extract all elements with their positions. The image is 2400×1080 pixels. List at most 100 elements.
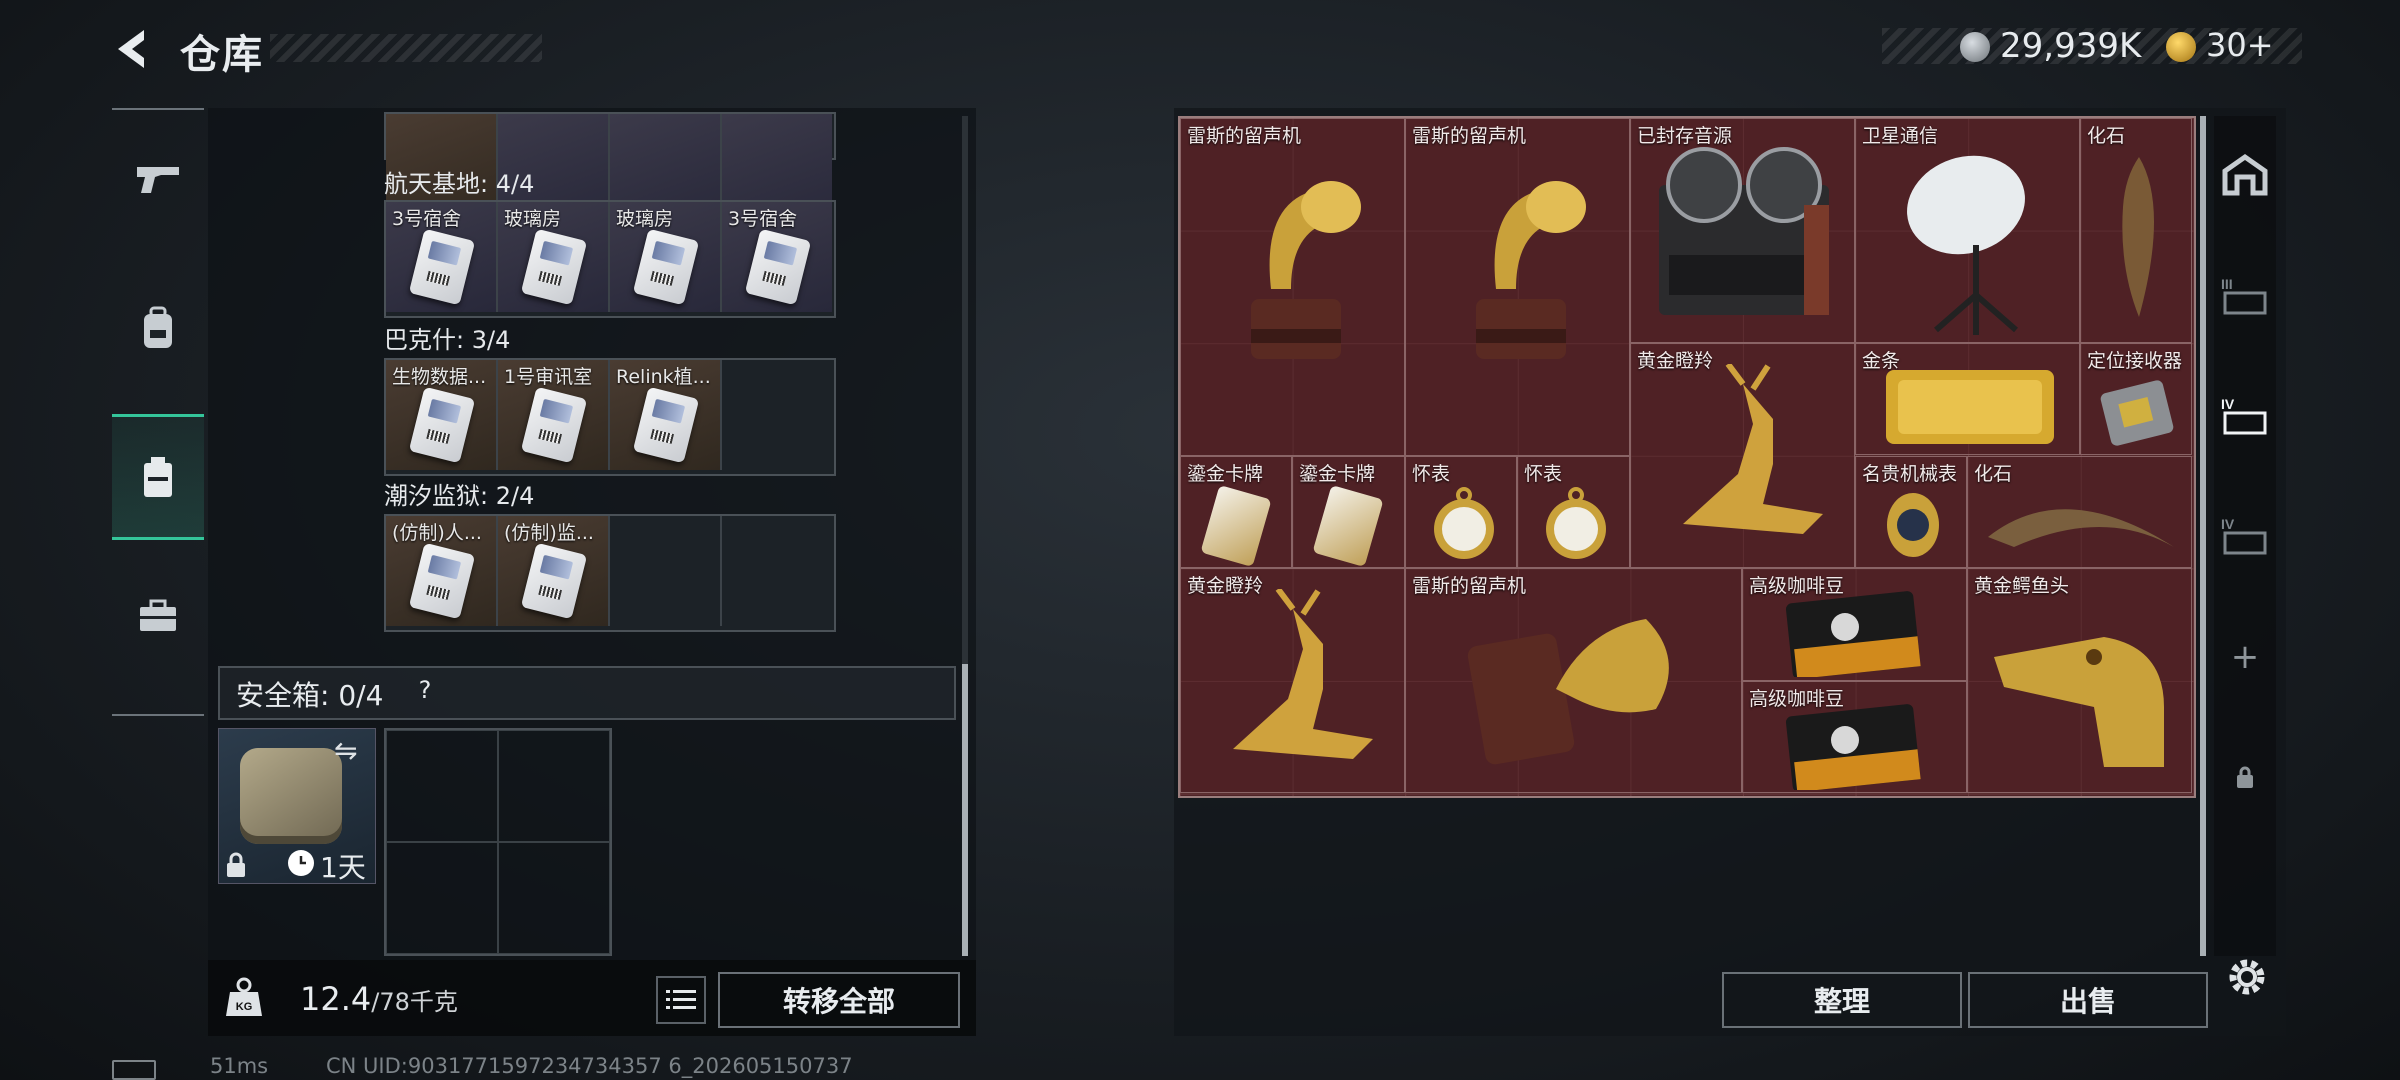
item-label: 黄金鳄鱼头: [1974, 575, 2070, 597]
svg-text:IV: IV: [2221, 516, 2235, 532]
item-label: (仿制)监...: [504, 522, 594, 544]
safe-box-grid: [384, 728, 612, 956]
rail-tab-containers[interactable]: [112, 414, 204, 540]
rail-tab-equipment[interactable]: [112, 268, 204, 388]
rail-tab-supplies[interactable]: [112, 556, 204, 676]
keycard-icon: [408, 386, 476, 464]
sort-button[interactable]: 整理: [1722, 972, 1962, 1028]
page-title: 仓库: [180, 32, 264, 78]
gramophone-icon: [1476, 181, 1586, 359]
storage-item[interactable]: 雷斯的留声机: [1405, 568, 1742, 793]
storage-item[interactable]: 定位接收器: [2080, 343, 2192, 455]
keycard-item[interactable]: Relink植...: [610, 360, 722, 470]
pocket-watch-icon: [1434, 487, 1494, 559]
back-arrow-icon: [118, 30, 144, 68]
title-decoration: [270, 34, 542, 62]
add-warehouse-button[interactable]: +: [2214, 612, 2276, 702]
pocket-watch-icon: [1546, 487, 1606, 559]
keycard-item[interactable]: 3号宿舍: [386, 202, 498, 312]
storage-item[interactable]: 金条: [1855, 343, 2080, 455]
svg-text:IV: IV: [2221, 396, 2235, 412]
keycard-icon: [520, 228, 588, 306]
item-label: 1号审讯室: [504, 366, 593, 388]
warehouse-level-3-icon: III: [2221, 276, 2267, 315]
keycard-grid: 3号宿舍 玻璃房 玻璃房 3号宿舍: [384, 200, 836, 318]
storage-item[interactable]: 黄金瞪羚: [1180, 568, 1405, 793]
keycard-item[interactable]: 3号宿舍: [722, 202, 832, 312]
settings-button[interactable]: [2222, 952, 2272, 1002]
warehouse-tab-home[interactable]: [2214, 130, 2276, 220]
rail-tab-weapons[interactable]: [112, 118, 204, 238]
user-id: CN UID:9031771597234734357 6_20260515073…: [326, 1054, 853, 1078]
warehouse-tab-4b[interactable]: IV: [2214, 490, 2276, 580]
gold-crocodile-head-icon: [1994, 637, 2164, 767]
swap-icon[interactable]: ⇋: [334, 734, 357, 767]
storage-item[interactable]: 怀表: [1405, 456, 1517, 568]
storage-item[interactable]: 名贵机械表: [1855, 456, 1967, 568]
storage-item[interactable]: 鎏金卡牌: [1292, 456, 1405, 568]
keycard-icon: [744, 228, 812, 306]
keycard-item[interactable]: 生物数据...: [386, 360, 498, 470]
empty-slot[interactable]: [386, 730, 498, 842]
storage-item[interactable]: 黄金鳄鱼头: [1967, 568, 2192, 793]
weight-current: 12.4: [300, 980, 372, 1018]
sell-button[interactable]: 出售: [1968, 972, 2208, 1028]
keycard-item[interactable]: (仿制)人...: [386, 516, 498, 626]
silver-coin-icon: [1960, 32, 1990, 62]
keycard-icon: [520, 386, 588, 464]
gramophone-icon: [1251, 181, 1361, 359]
storage-item[interactable]: 雷斯的留声机: [1180, 118, 1405, 456]
storage-item[interactable]: 卫星通信: [1855, 118, 2080, 343]
keycard-icon: [632, 228, 700, 306]
safe-box-label: 安全箱: 0/4: [236, 679, 384, 712]
backpack-icon: [144, 306, 172, 348]
empty-slot[interactable]: [722, 360, 832, 470]
keycard-item[interactable]: 玻璃房: [610, 202, 722, 312]
gilded-card-icon: [1312, 484, 1384, 567]
help-button[interactable]: ?: [408, 676, 442, 710]
transfer-all-button[interactable]: 转移全部: [718, 972, 960, 1028]
warehouse-tab-4a[interactable]: IV: [2214, 370, 2276, 460]
storage-item[interactable]: 化石: [1967, 456, 2192, 568]
storage-item[interactable]: 已封存音源: [1630, 118, 1855, 343]
fossil-claw-icon: [2122, 157, 2154, 317]
empty-slot[interactable]: [498, 730, 610, 842]
storage-item[interactable]: 高级咖啡豆: [1742, 681, 1967, 793]
item-label: 生物数据...: [392, 366, 487, 388]
weight-max: /78千克: [371, 988, 458, 1016]
storage-grid: 雷斯的留声机 雷斯的留声机 已封存音源 卫星通信 化石 黄金瞪羚 金条 定位接收…: [1178, 116, 2196, 798]
empty-slot[interactable]: [498, 842, 610, 954]
item-label: 怀表: [1412, 463, 1451, 485]
storage-item[interactable]: 雷斯的留声机: [1405, 118, 1630, 456]
keycard-grid: 生物数据... 1号审讯室 Relink植...: [384, 358, 836, 476]
warehouse-tab-3[interactable]: III: [2214, 250, 2276, 340]
keycard-item[interactable]: (仿制)监...: [498, 516, 610, 626]
gold-balance[interactable]: 30+: [2206, 26, 2274, 64]
list-view-button[interactable]: [656, 976, 706, 1024]
keycard-item[interactable]: 玻璃房: [498, 202, 610, 312]
back-button[interactable]: [110, 24, 154, 74]
empty-slot[interactable]: [386, 842, 498, 954]
right-scrollbar[interactable]: [2200, 116, 2206, 956]
lock-icon: [224, 852, 248, 882]
battery-icon: [112, 1060, 156, 1080]
clock-icon: [288, 850, 314, 876]
empty-slot[interactable]: [610, 516, 722, 626]
storage-item[interactable]: 化石: [2080, 118, 2192, 343]
empty-slot[interactable]: [722, 516, 832, 626]
gold-bar-icon: [1886, 370, 2054, 444]
svg-text:III: III: [2221, 276, 2233, 292]
item-label: 玻璃房: [504, 208, 562, 230]
partial-card-grid: [384, 112, 836, 224]
keycard-grid: (仿制)人... (仿制)监...: [384, 514, 836, 632]
storage-item[interactable]: 高级咖啡豆: [1742, 568, 1967, 681]
section-title: 潮汐监狱: 2/4: [384, 482, 535, 510]
case-icon: [144, 457, 172, 497]
storage-item[interactable]: 黄金瞪羚: [1630, 343, 1855, 568]
storage-item[interactable]: 鎏金卡牌: [1180, 456, 1292, 568]
keycard-item[interactable]: 1号审讯室: [498, 360, 610, 470]
left-scrollbar-thumb[interactable]: [962, 664, 968, 956]
storage-item[interactable]: 怀表: [1517, 456, 1630, 568]
keycard-icon: [520, 542, 588, 620]
locked-tab[interactable]: [2214, 732, 2276, 822]
